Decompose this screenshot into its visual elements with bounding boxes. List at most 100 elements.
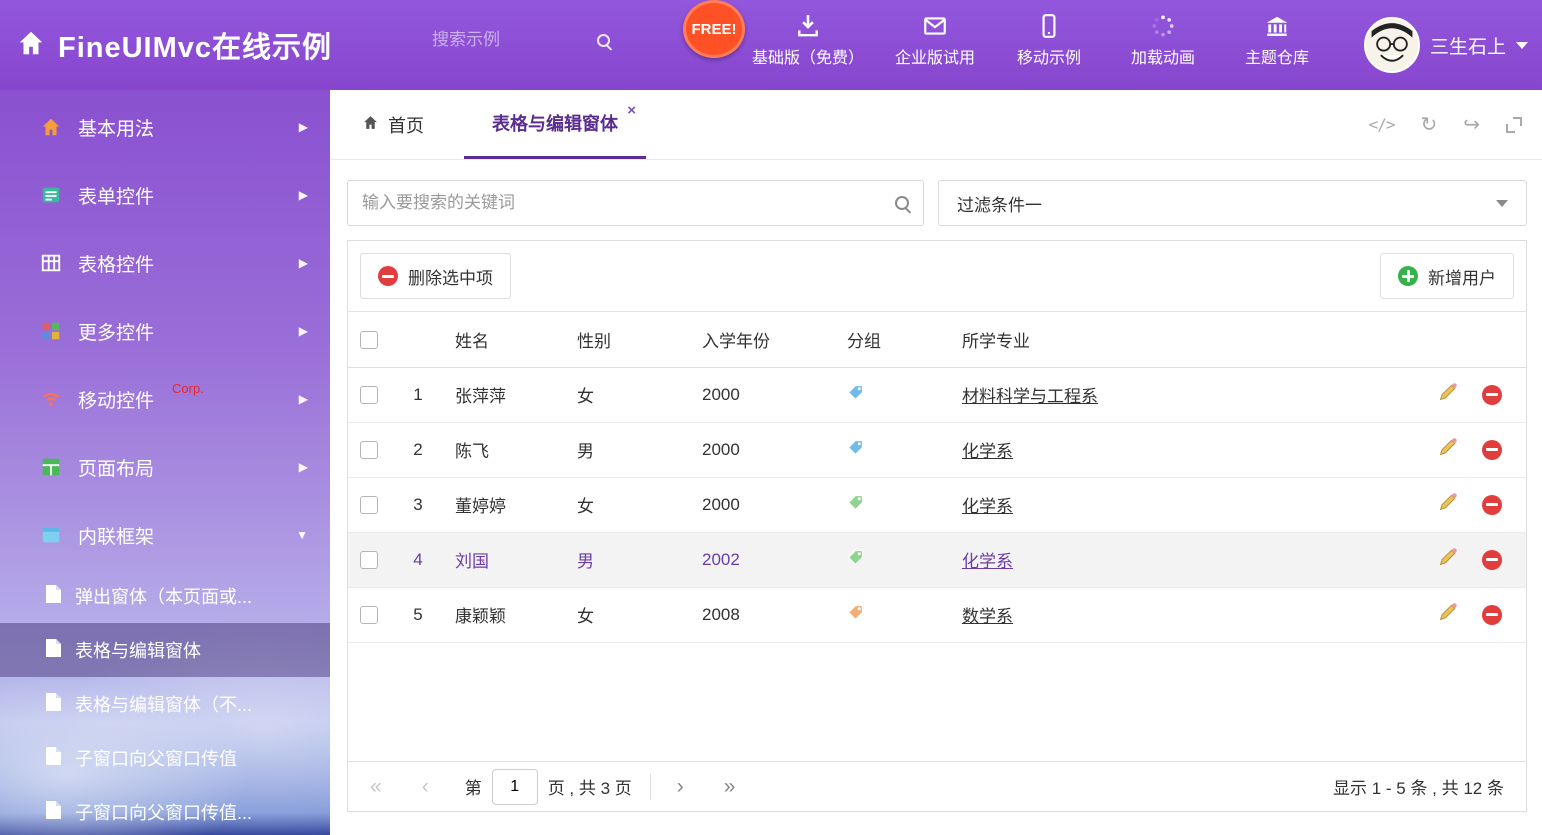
edit-icon[interactable] [1438, 547, 1458, 572]
edit-icon[interactable] [1438, 437, 1458, 462]
cell-year: 2000 [687, 422, 832, 477]
sidebar-item-label: 移动控件 [78, 386, 154, 413]
chevron-right-icon: ▶ [299, 256, 308, 270]
delete-icon[interactable] [1482, 550, 1502, 570]
source-code-icon[interactable]: </> [1369, 115, 1395, 134]
column-header: 入学年份 [687, 312, 832, 367]
page-number-input[interactable] [492, 769, 538, 805]
nav-theme-repo[interactable]: 主题仓库 [1234, 13, 1320, 68]
search-icon[interactable] [895, 196, 909, 210]
page-icon [46, 693, 61, 716]
delete-icon[interactable] [1482, 385, 1502, 405]
tag-icon[interactable] [847, 439, 864, 456]
share-icon[interactable]: ↪ [1463, 112, 1480, 137]
prev-page-button[interactable]: ‹ [422, 775, 429, 799]
delete-icon[interactable] [1482, 440, 1502, 460]
row-checkbox[interactable] [360, 386, 378, 404]
sidebar-subitem-child-to-parent[interactable]: 子窗口向父窗口传值 [0, 731, 330, 785]
edit-icon[interactable] [1438, 492, 1458, 517]
students-table: 姓名 性别 入学年份 分组 所学专业 1 张萍萍 女 2000 [348, 312, 1526, 643]
username: 三生石上 [1430, 32, 1506, 59]
chevron-right-icon: ▶ [299, 324, 308, 338]
grid-panel: 删除选中项 新增用户 姓名 性别 入学年份 分组 [347, 240, 1527, 812]
row-checkbox[interactable] [360, 551, 378, 569]
row-checkbox[interactable] [360, 606, 378, 624]
next-page-button[interactable]: › [677, 775, 684, 799]
sidebar-item-basic-usage[interactable]: 基本用法 ▶ [0, 93, 330, 161]
select-all-checkbox[interactable] [360, 331, 378, 349]
brand[interactable]: FineUIMvc在线示例 [16, 0, 332, 90]
major-link[interactable]: 化学系 [962, 552, 1013, 571]
column-header: 分组 [832, 312, 947, 367]
tag-icon[interactable] [847, 604, 864, 621]
filter-dropdown[interactable]: 过滤条件一 [938, 180, 1527, 226]
tab-grid-edit-window[interactable]: 表格与编辑窗体 × [464, 90, 646, 159]
nav-enterprise-trial[interactable]: 企业版试用 [892, 13, 978, 68]
download-icon [795, 13, 821, 39]
sidebar-subitem-grid-edit-window[interactable]: 表格与编辑窗体 [0, 623, 330, 677]
table-row[interactable]: 5 康颖颖 女 2008 数学系 [348, 587, 1526, 642]
sidebar-item-mobile-controls[interactable]: 移动控件 Corp. ▶ [0, 365, 330, 433]
sidebar-subitem-grid-edit-window-2[interactable]: 表格与编辑窗体（不... [0, 677, 330, 731]
major-link[interactable]: 化学系 [962, 442, 1013, 461]
table-row[interactable]: 2 陈飞 男 2000 化学系 [348, 422, 1526, 477]
fullscreen-icon[interactable] [1506, 117, 1522, 133]
caret-down-icon: ▼ [296, 528, 308, 542]
sidebar-item-label: 更多控件 [78, 318, 154, 345]
sidebar-subitem-label: 弹出窗体（本页面或... [75, 583, 252, 609]
major-link[interactable]: 材料科学与工程系 [962, 387, 1098, 406]
nav-loading-animation[interactable]: 加载动画 [1120, 13, 1206, 68]
user-menu[interactable]: 三生石上 [1364, 0, 1528, 90]
last-page-button[interactable]: » [724, 775, 736, 799]
first-page-button[interactable]: « [370, 775, 382, 799]
grid-toolbar: 删除选中项 新增用户 [348, 241, 1526, 312]
tag-icon[interactable] [847, 549, 864, 566]
page-label-suffix: 页 , 共 3 页 [548, 774, 632, 799]
row-number: 5 [396, 587, 440, 642]
delete-icon[interactable] [1482, 605, 1502, 625]
header-search [432, 30, 637, 50]
table-row[interactable]: 3 董婷婷 女 2000 化学系 [348, 477, 1526, 532]
spinner-icon [1150, 13, 1176, 39]
tag-icon[interactable] [847, 494, 864, 511]
refresh-icon[interactable]: ↻ [1420, 112, 1437, 137]
sidebar-subitem-child-to-parent-2[interactable]: 子窗口向父窗口传值... [0, 785, 330, 835]
table-row[interactable]: 1 张萍萍 女 2000 材料科学与工程系 [348, 367, 1526, 422]
sidebar-item-more-controls[interactable]: 更多控件 ▶ [0, 297, 330, 365]
delete-icon[interactable] [1482, 495, 1502, 515]
nav-label: 移动示例 [1017, 44, 1081, 68]
row-checkbox[interactable] [360, 496, 378, 514]
row-number: 4 [396, 532, 440, 587]
sidebar-item-page-layout[interactable]: 页面布局 ▶ [0, 433, 330, 501]
app-title: FineUIMvc在线示例 [58, 24, 332, 66]
tab-label: 表格与编辑窗体 [492, 110, 618, 136]
sidebar-item-grid-controls[interactable]: 表格控件 ▶ [0, 229, 330, 297]
sidebar-item-form-controls[interactable]: 表单控件 ▶ [0, 161, 330, 229]
cell-gender: 女 [562, 587, 687, 642]
header-search-input[interactable] [432, 30, 597, 50]
edit-icon[interactable] [1438, 602, 1458, 627]
tab-home[interactable]: 首页 [348, 90, 438, 159]
major-link[interactable]: 化学系 [962, 497, 1013, 516]
major-link[interactable]: 数学系 [962, 607, 1013, 626]
close-icon[interactable]: × [627, 102, 636, 119]
tag-icon[interactable] [847, 384, 864, 401]
table-row-selected[interactable]: 4 刘国 男 2002 化学系 [348, 532, 1526, 587]
cell-year: 2008 [687, 587, 832, 642]
add-user-button[interactable]: 新增用户 [1380, 253, 1514, 299]
edit-icon[interactable] [1438, 382, 1458, 407]
search-icon[interactable] [597, 34, 610, 47]
sidebar-subitem-popup-window[interactable]: 弹出窗体（本页面或... [0, 569, 330, 623]
nav-mobile-demo[interactable]: 移动示例 [1006, 13, 1092, 68]
mobile-icon [1036, 13, 1062, 39]
sidebar-item-label: 页面布局 [78, 454, 154, 481]
row-checkbox[interactable] [360, 441, 378, 459]
nav-basic-free[interactable]: 基础版（免费） [752, 13, 864, 68]
delete-selected-button[interactable]: 删除选中项 [360, 253, 511, 299]
tab-bar: 首页 表格与编辑窗体 × </> ↻ ↪ [330, 90, 1542, 160]
keyword-search-input[interactable] [362, 193, 895, 213]
sidebar-item-iframe[interactable]: 内联框架 ▼ [0, 501, 330, 569]
tab-tools: </> ↻ ↪ [1369, 90, 1522, 159]
home-icon [362, 114, 379, 136]
main-content: 首页 表格与编辑窗体 × </> ↻ ↪ 过滤条件一 [330, 90, 1542, 835]
